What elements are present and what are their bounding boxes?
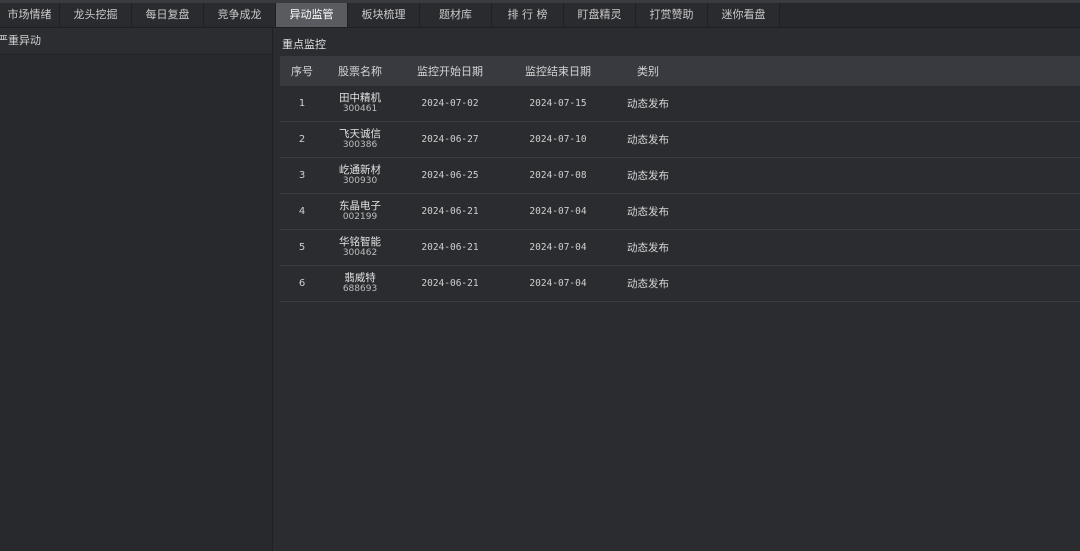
table-row[interactable]: 2 飞天诚信 300386 2024-06-27 2024-07-10 动态发布 bbox=[280, 122, 1080, 158]
section-title: 重点监控 bbox=[282, 38, 326, 51]
stock-name: 屹通新材 bbox=[339, 164, 381, 176]
row-index: 3 bbox=[298, 170, 306, 181]
start-date: 2024-07-02 bbox=[421, 98, 479, 109]
stock-cell: 屹通新材 300930 bbox=[324, 164, 396, 187]
stock-code: 688693 bbox=[342, 284, 378, 294]
stock-cell: 华铭智能 300462 bbox=[324, 236, 396, 259]
stock-code: 300386 bbox=[342, 140, 378, 150]
stock-cell: 田中精机 300461 bbox=[324, 92, 396, 115]
stock-code: 002199 bbox=[342, 212, 378, 222]
row-index: 6 bbox=[298, 278, 306, 289]
row-index: 1 bbox=[298, 98, 306, 109]
stock-name: 飞天诚信 bbox=[339, 128, 381, 140]
tab-compete-leader[interactable]: 竞争成龙 bbox=[204, 3, 276, 27]
severe-abnormal-panel: 严重异动 bbox=[0, 28, 273, 551]
header-index[interactable]: 序号 bbox=[280, 63, 324, 79]
key-monitor-panel: 重点监控 序号 股票名称 监控开始日期 监控结束日期 类别 1 田中精机 300… bbox=[273, 28, 1080, 551]
tab-ranking[interactable]: 排 行 榜 bbox=[492, 3, 564, 27]
table-row[interactable]: 1 田中精机 300461 2024-07-02 2024-07-15 动态发布 bbox=[280, 86, 1080, 122]
monitor-table: 序号 股票名称 监控开始日期 监控结束日期 类别 1 田中精机 300461 2… bbox=[280, 56, 1080, 302]
table-row[interactable]: 5 华铭智能 300462 2024-06-21 2024-07-04 动态发布 bbox=[280, 230, 1080, 266]
tab-sector-sort[interactable]: 板块梳理 bbox=[348, 3, 420, 27]
end-date: 2024-07-04 bbox=[529, 242, 587, 253]
row-index: 5 bbox=[298, 242, 306, 253]
table-row[interactable]: 3 屹通新材 300930 2024-06-25 2024-07-08 动态发布 bbox=[280, 158, 1080, 194]
tab-watch-genie[interactable]: 盯盘精灵 bbox=[564, 3, 636, 27]
end-date: 2024-07-08 bbox=[529, 170, 587, 181]
stock-code: 300461 bbox=[342, 104, 378, 114]
start-date: 2024-06-21 bbox=[421, 242, 479, 253]
table-header: 序号 股票名称 监控开始日期 监控结束日期 类别 bbox=[280, 56, 1080, 86]
table-row[interactable]: 4 东晶电子 002199 2024-06-21 2024-07-04 动态发布 bbox=[280, 194, 1080, 230]
row-index: 4 bbox=[298, 206, 306, 217]
tab-daily-review[interactable]: 每日复盘 bbox=[132, 3, 204, 27]
tab-mini-view[interactable]: 迷你看盘 bbox=[708, 3, 780, 27]
category: 动态发布 bbox=[627, 98, 669, 110]
end-date: 2024-07-04 bbox=[529, 278, 587, 289]
tab-market-sentiment[interactable]: 市场情绪 bbox=[0, 3, 60, 27]
stock-code: 300930 bbox=[342, 176, 378, 186]
header-stock-name[interactable]: 股票名称 bbox=[324, 63, 396, 79]
tab-bar: 市场情绪 龙头挖掘 每日复盘 竞争成龙 异动监管 板块梳理 题材库 排 行 榜 … bbox=[0, 3, 1080, 28]
row-index: 2 bbox=[298, 134, 306, 145]
header-start-date[interactable]: 监控开始日期 bbox=[396, 63, 504, 79]
stock-name: 翡威特 bbox=[344, 272, 376, 284]
start-date: 2024-06-27 bbox=[421, 134, 479, 145]
start-date: 2024-06-21 bbox=[421, 278, 479, 289]
table-row[interactable]: 6 翡威特 688693 2024-06-21 2024-07-04 动态发布 bbox=[280, 266, 1080, 302]
stock-cell: 飞天诚信 300386 bbox=[324, 128, 396, 151]
category: 动态发布 bbox=[627, 242, 669, 254]
stock-name: 华铭智能 bbox=[339, 236, 381, 248]
category: 动态发布 bbox=[627, 170, 669, 182]
stock-cell: 东晶电子 002199 bbox=[324, 200, 396, 223]
end-date: 2024-07-10 bbox=[529, 134, 587, 145]
end-date: 2024-07-04 bbox=[529, 206, 587, 217]
stock-code: 300462 bbox=[342, 248, 378, 258]
start-date: 2024-06-21 bbox=[421, 206, 479, 217]
header-category[interactable]: 类别 bbox=[612, 63, 684, 79]
stock-name: 东晶电子 bbox=[339, 200, 381, 212]
panel-title: 严重异动 bbox=[0, 28, 272, 55]
stock-name: 田中精机 bbox=[339, 92, 381, 104]
tab-abnormal-monitor[interactable]: 异动监管 bbox=[276, 3, 348, 27]
category: 动态发布 bbox=[627, 134, 669, 146]
end-date: 2024-07-15 bbox=[529, 98, 587, 109]
category: 动态发布 bbox=[627, 278, 669, 290]
tab-theme-library[interactable]: 题材库 bbox=[420, 3, 492, 27]
tab-donate[interactable]: 打赏赞助 bbox=[636, 3, 708, 27]
start-date: 2024-06-25 bbox=[421, 170, 479, 181]
tab-leader-mining[interactable]: 龙头挖掘 bbox=[60, 3, 132, 27]
category: 动态发布 bbox=[627, 206, 669, 218]
header-end-date[interactable]: 监控结束日期 bbox=[504, 63, 612, 79]
stock-cell: 翡威特 688693 bbox=[324, 272, 396, 295]
